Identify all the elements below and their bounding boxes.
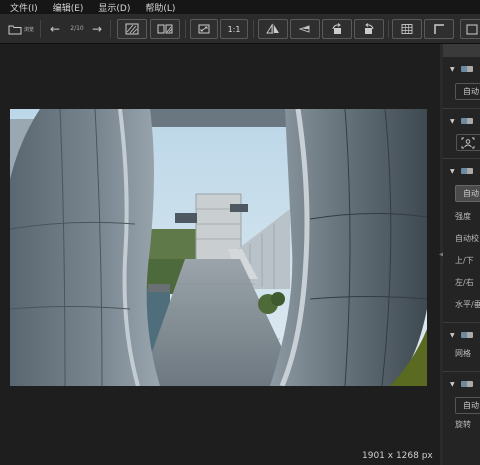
toolbar-divider (185, 20, 186, 38)
section-divider (443, 108, 480, 109)
browse-button[interactable]: 浏览 (8, 19, 40, 39)
up-down-label: 上/下 (455, 256, 474, 265)
image-canvas[interactable]: 1901 x 1268 px (0, 44, 440, 465)
section-icon (460, 66, 473, 72)
flip-horizontal-button[interactable] (258, 19, 288, 39)
section-divider (443, 371, 480, 372)
split-view-button[interactable] (150, 19, 180, 39)
grid-label: 网格 (455, 349, 471, 358)
section-toggle-5[interactable]: ▼ (443, 376, 480, 392)
grid-toggle-button[interactable] (392, 19, 422, 39)
horizontal-vertical-label: 水平/垂 (455, 300, 480, 309)
rotate-right-icon (365, 23, 374, 34)
section-icon (460, 168, 473, 174)
wide-angle-building-photo (10, 109, 427, 386)
flip-horizontal-icon (266, 23, 279, 34)
toolbar-divider (110, 20, 111, 38)
rotate-right-button[interactable] (354, 19, 384, 39)
face-detect-button[interactable] (456, 134, 480, 151)
menu-view[interactable]: 显示(D) (98, 1, 130, 14)
menu-edit[interactable]: 编辑(E) (53, 1, 84, 14)
menu-help[interactable]: 帮助(L) (145, 1, 175, 14)
auto-button-2[interactable]: 自动 (455, 185, 480, 202)
fit-to-window-button[interactable] (190, 19, 218, 39)
collapse-triangle-icon: ▼ (450, 167, 455, 175)
auto-correct-label: 自动校 (455, 234, 479, 243)
prev-image-button[interactable]: ← (48, 19, 62, 39)
export-button[interactable] (460, 19, 480, 39)
toolbar-divider (40, 20, 41, 38)
flip-vertical-button[interactable] (290, 19, 320, 39)
fit-screen-icon (198, 24, 210, 34)
section-toggle-1[interactable]: ▼ (443, 61, 480, 77)
next-image-button[interactable]: → (90, 19, 104, 39)
collapse-triangle-icon: ▼ (450, 117, 455, 125)
section-divider (443, 322, 480, 323)
collapse-triangle-icon: ▼ (450, 65, 455, 73)
section-divider (443, 158, 480, 159)
toolbar-divider (253, 20, 254, 38)
menu-file[interactable]: 文件(I) (10, 1, 38, 14)
hatched-frame-icon (125, 23, 139, 35)
browse-label: 浏览 (24, 26, 35, 33)
section-toggle-2[interactable]: ▼ (443, 113, 480, 129)
toolbar-divider (388, 20, 389, 38)
auto-button-1[interactable]: 自动 (455, 83, 480, 100)
strength-label: 强度 (455, 212, 471, 221)
image-dimensions: 1901 x 1268 px (362, 451, 433, 461)
actual-size-button[interactable]: 1:1 (220, 19, 248, 39)
panel-header (443, 44, 480, 57)
crop-button[interactable] (424, 19, 454, 39)
grid-icon (401, 24, 413, 34)
collapse-triangle-icon: ▼ (450, 380, 455, 388)
actual-size-label: 1:1 (227, 24, 241, 34)
folder-icon (8, 25, 22, 34)
rotate-left-icon (332, 23, 341, 34)
person-frame-icon (461, 137, 475, 148)
page-indicator: 2/10 (70, 25, 84, 32)
section-icon (460, 332, 473, 338)
collapse-triangle-icon: ▼ (450, 331, 455, 339)
section-toggle-3[interactable]: ▼ (443, 163, 480, 179)
toolbar: 浏览 ← 2/10 → 1:1 (0, 14, 480, 44)
left-right-label: 左/右 (455, 278, 474, 287)
compare-view-button[interactable] (117, 19, 147, 39)
rotate-left-button[interactable] (322, 19, 352, 39)
section-toggle-4[interactable]: ▼ (443, 327, 480, 343)
split-frame-icon (157, 24, 173, 34)
auto-button-3[interactable]: 自动 (455, 397, 480, 414)
photo-preview (10, 109, 427, 386)
crop-icon (434, 24, 444, 34)
menu-bar: 文件(I) 编辑(E) 显示(D) 帮助(L) (0, 0, 480, 14)
section-icon (460, 118, 473, 124)
section-icon (460, 381, 473, 387)
export-icon (466, 24, 478, 35)
rotate-label: 旋转 (455, 420, 471, 429)
adjustments-panel: ▼ 自动 ▼ ▼ 自动 强度 自动校 上/下 左/右 水平/垂 ▼ 网格 ▼ 自… (443, 44, 480, 465)
flip-vertical-icon (298, 25, 310, 33)
